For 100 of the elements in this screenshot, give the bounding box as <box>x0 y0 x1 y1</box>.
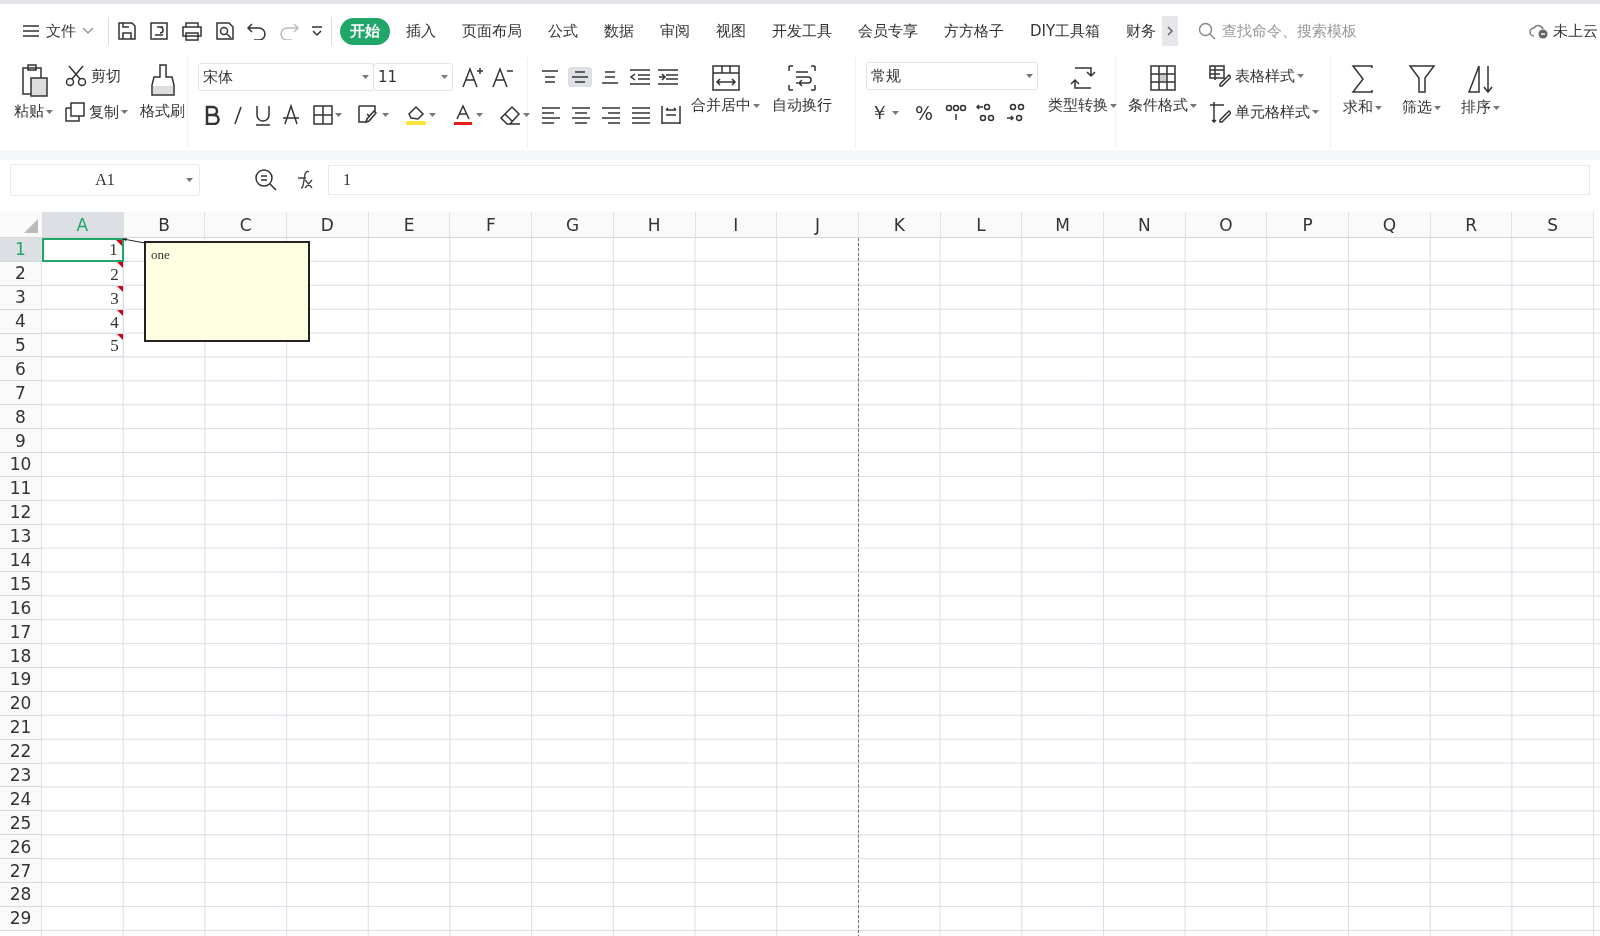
cell-style-button[interactable]: 单元格样式 <box>1207 98 1321 126</box>
caret-icon[interactable] <box>1493 105 1500 110</box>
align-left-icon[interactable] <box>541 105 561 125</box>
save-icon[interactable] <box>117 21 137 41</box>
print-preview-icon[interactable] <box>215 21 235 41</box>
underline-icon[interactable] <box>254 104 272 126</box>
caret-icon[interactable] <box>382 113 389 117</box>
column-header[interactable]: R <box>1430 212 1513 238</box>
export-icon[interactable] <box>149 21 169 41</box>
ribbon-tab[interactable]: 会员专享 <box>848 17 928 45</box>
table-style-button[interactable]: 表格样式 <box>1207 62 1321 90</box>
justify-icon[interactable] <box>631 105 651 125</box>
row-header[interactable]: 28 <box>0 883 42 907</box>
caret-icon[interactable] <box>335 113 342 117</box>
column-header[interactable]: D <box>287 212 369 238</box>
row-header[interactable]: 3 <box>0 285 42 310</box>
row-header[interactable]: 2 <box>0 261 42 286</box>
column-header[interactable]: P <box>1267 212 1349 238</box>
row-header[interactable]: 8 <box>0 405 42 430</box>
align-center-icon[interactable] <box>571 105 591 125</box>
font-size-dropdown[interactable]: 11 <box>373 63 453 91</box>
column-header[interactable]: G <box>532 212 614 238</box>
column-header[interactable]: L <box>940 212 1023 238</box>
font-family-dropdown[interactable]: 宋体 <box>198 63 374 91</box>
row-header[interactable]: 25 <box>0 811 42 836</box>
row-header[interactable]: 15 <box>0 572 42 597</box>
caret-icon[interactable] <box>121 110 128 114</box>
paste-button[interactable]: 粘贴 <box>12 62 55 148</box>
caret-icon[interactable] <box>1312 110 1319 114</box>
wrap-text-button[interactable]: 自动换行 <box>770 62 834 148</box>
row-header[interactable]: 22 <box>0 739 42 764</box>
increase-indent-icon[interactable] <box>656 67 678 87</box>
row-header[interactable]: 26 <box>0 835 42 860</box>
column-header[interactable]: M <box>1022 212 1104 238</box>
ribbon-tab[interactable]: DIY工具箱 <box>1020 17 1111 45</box>
caret-icon[interactable] <box>1190 103 1197 108</box>
row-header[interactable]: 10 <box>0 453 42 477</box>
decrease-font-icon[interactable] <box>491 66 513 88</box>
row-header[interactable]: 20 <box>0 691 42 716</box>
formula-field[interactable]: 1 <box>328 165 1590 195</box>
percent-button[interactable]: % <box>911 102 938 124</box>
row-header[interactable]: 23 <box>0 763 42 788</box>
currency-button[interactable]: ￥ <box>866 100 903 126</box>
row-header[interactable]: 11 <box>0 476 42 501</box>
row-header[interactable]: 16 <box>0 596 42 621</box>
ribbon-tab[interactable]: 视图 <box>706 17 756 45</box>
column-header[interactable]: F <box>450 212 533 238</box>
ribbon-tab[interactable]: 公式 <box>538 17 588 45</box>
column-header[interactable]: K <box>858 212 941 238</box>
increase-font-icon[interactable] <box>461 66 483 88</box>
name-box[interactable]: A1 <box>10 164 200 196</box>
caret-icon[interactable] <box>1297 74 1304 78</box>
ribbon-tab[interactable]: 插入 <box>396 17 446 45</box>
caret-icon[interactable] <box>1375 105 1382 110</box>
undo-icon[interactable] <box>247 22 267 40</box>
cut-button[interactable]: 剪切 <box>63 62 130 90</box>
row-header[interactable]: 4 <box>0 309 42 334</box>
conditional-format-button[interactable]: 条件格式 <box>1126 62 1199 148</box>
row-header[interactable]: 18 <box>0 644 42 669</box>
number-format-dropdown[interactable]: 常规 <box>866 62 1038 90</box>
search-field[interactable]: 查找命令、搜索模板 <box>1198 21 1449 41</box>
ribbon-tab[interactable]: 财务 <box>1116 17 1167 45</box>
column-header[interactable]: S <box>1512 212 1595 238</box>
row-header[interactable]: 6 <box>0 357 42 382</box>
column-header[interactable]: N <box>1103 212 1186 238</box>
caret-icon[interactable] <box>46 109 53 114</box>
column-header[interactable]: O <box>1185 212 1268 238</box>
column-header[interactable]: E <box>368 212 451 238</box>
type-convert-button[interactable]: 类型转换 <box>1046 62 1119 148</box>
column-header[interactable]: H <box>613 212 696 238</box>
row-header[interactable]: 13 <box>0 524 42 549</box>
ribbon-tab[interactable]: 审阅 <box>650 17 700 45</box>
sort-button[interactable]: 排序 <box>1459 62 1502 148</box>
distributed-icon[interactable] <box>661 105 681 125</box>
copy-button[interactable]: 复制 <box>63 98 130 126</box>
format-painter-button[interactable]: 格式刷 <box>138 62 187 148</box>
row-header[interactable]: 7 <box>0 381 42 406</box>
row-header[interactable]: 5 <box>0 333 42 358</box>
row-header[interactable]: 27 <box>0 859 42 884</box>
column-header[interactable]: J <box>777 212 859 238</box>
cloud-status[interactable]: 未上云 <box>1553 21 1598 41</box>
ribbon-tab[interactable]: 开发工具 <box>762 17 842 45</box>
caret-icon[interactable] <box>892 111 899 115</box>
row-header[interactable]: 29 <box>0 906 42 931</box>
dropdown-icon[interactable] <box>311 25 323 37</box>
caret-icon[interactable] <box>429 113 436 117</box>
print-icon[interactable] <box>181 21 203 41</box>
file-menu[interactable]: 文件 <box>16 21 100 41</box>
row-header[interactable]: 14 <box>0 548 42 573</box>
sum-button[interactable]: 求和 <box>1341 62 1384 148</box>
caret-icon[interactable] <box>1110 103 1117 108</box>
dropdown-caret-icon[interactable] <box>186 178 193 182</box>
ribbon-tab[interactable]: 方方格子 <box>934 17 1014 45</box>
merge-center-button[interactable]: 合并居中 <box>689 62 762 148</box>
strikethrough-icon[interactable] <box>282 104 300 126</box>
caret-icon[interactable] <box>476 113 483 117</box>
column-header[interactable]: C <box>205 212 288 238</box>
row-header[interactable]: 24 <box>0 787 42 812</box>
row-header[interactable]: 9 <box>0 429 42 453</box>
column-header[interactable]: Q <box>1349 212 1431 238</box>
